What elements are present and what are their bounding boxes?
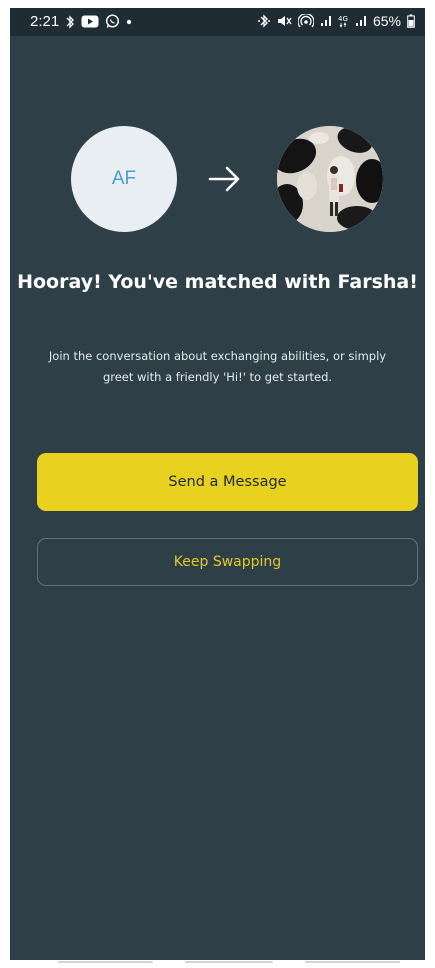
match-headline: Hooray! You've matched with Farsha! bbox=[17, 271, 418, 293]
status-left: 2:21 bbox=[30, 13, 132, 30]
nav-recent-apps[interactable] bbox=[58, 961, 153, 963]
partner-avatar-photo bbox=[277, 126, 383, 232]
user-initials: AF bbox=[111, 168, 137, 189]
system-nav-bar bbox=[0, 960, 435, 968]
status-time: 2:21 bbox=[30, 13, 60, 30]
4g-icon: 4G bbox=[338, 13, 349, 29]
send-message-button[interactable]: Send a Message bbox=[37, 453, 418, 511]
hotspot-icon bbox=[297, 13, 314, 29]
dot-icon bbox=[126, 14, 132, 30]
youtube-icon bbox=[81, 14, 99, 30]
battery-icon bbox=[407, 13, 415, 29]
bluetooth-icon bbox=[65, 14, 75, 30]
signal-icon bbox=[320, 13, 332, 29]
status-bar: 2:21 4G 65% bbox=[10, 8, 425, 36]
mute-icon bbox=[277, 13, 292, 29]
status-right: 4G 65% bbox=[257, 13, 415, 29]
match-description: Join the conversation about exchanging a… bbox=[48, 349, 387, 384]
nav-home[interactable] bbox=[185, 961, 273, 963]
profile-photo bbox=[277, 126, 383, 232]
signal-icon bbox=[355, 13, 367, 29]
app-screen: 2:21 4G 65% AF Hooray! You've matched wi… bbox=[10, 8, 425, 960]
bluetooth-connected-icon bbox=[257, 13, 271, 29]
keep-swapping-label: Keep Swapping bbox=[173, 554, 282, 570]
whatsapp-icon bbox=[105, 14, 120, 30]
send-message-label: Send a Message bbox=[168, 474, 287, 490]
svg-text:4G: 4G bbox=[338, 15, 348, 23]
keep-swapping-button[interactable]: Keep Swapping bbox=[37, 538, 418, 586]
user-avatar: AF bbox=[71, 126, 177, 232]
nav-back[interactable] bbox=[305, 961, 400, 963]
arrow-right-icon bbox=[208, 166, 240, 192]
battery-percent: 65% bbox=[372, 13, 401, 29]
